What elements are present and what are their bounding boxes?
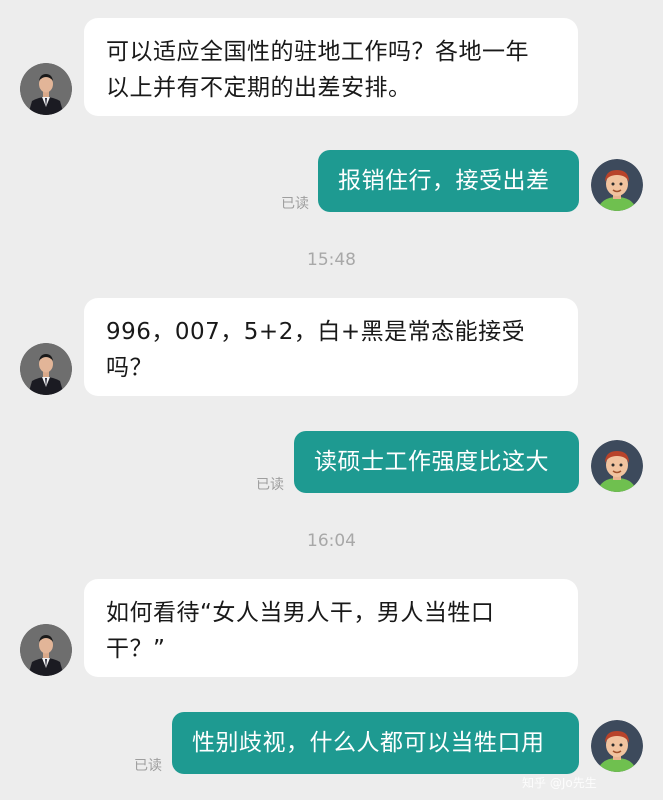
read-status: 已读 <box>256 477 284 493</box>
me-avatar-icon[interactable] <box>591 720 643 772</box>
message-text-line: 可以适应全国性的驻地工作吗？各地一年 <box>106 39 529 65</box>
message-text: 报销住行，接受出差 <box>338 168 550 194</box>
interviewer-avatar-icon[interactable] <box>20 624 72 676</box>
interviewer-avatar-icon[interactable] <box>20 343 72 395</box>
me-avatar-icon[interactable] <box>591 440 643 492</box>
message-text-line: 干？” <box>106 636 166 662</box>
read-status: 已读 <box>281 196 309 212</box>
message-text: 读硕士工作强度比这大 <box>314 449 549 475</box>
message-bubble-incoming[interactable]: 可以适应全国性的驻地工作吗？各地一年 以上并有不定期的出差安排。 <box>84 18 578 116</box>
timestamp: 16:04 <box>307 531 356 551</box>
message-bubble-incoming[interactable]: 996，007，5+2，白+黑是常态能接受 吗？ <box>84 298 578 396</box>
message-bubble-outgoing[interactable]: 性别歧视，什么人都可以当牲口用 <box>172 712 579 774</box>
watermark: 知乎 @Jo先生 <box>522 776 597 790</box>
message-text-line: 吗？ <box>106 355 153 381</box>
message-text-line: 以上并有不定期的出差安排。 <box>106 75 412 101</box>
timestamp: 15:48 <box>307 250 356 270</box>
message-text-line: 996，007，5+2，白+黑是常态能接受 <box>106 319 526 345</box>
message-text-line: 如何看待“女人当男人干，男人当牲口 <box>106 600 495 626</box>
me-avatar-icon[interactable] <box>591 159 643 211</box>
message-text: 性别歧视，什么人都可以当牲口用 <box>192 730 545 756</box>
message-bubble-incoming[interactable]: 如何看待“女人当男人干，男人当牲口 干？” <box>84 579 578 677</box>
message-bubble-outgoing[interactable]: 报销住行，接受出差 <box>318 150 579 212</box>
message-bubble-outgoing[interactable]: 读硕士工作强度比这大 <box>294 431 579 493</box>
interviewer-avatar-icon[interactable] <box>20 63 72 115</box>
read-status: 已读 <box>134 758 162 774</box>
